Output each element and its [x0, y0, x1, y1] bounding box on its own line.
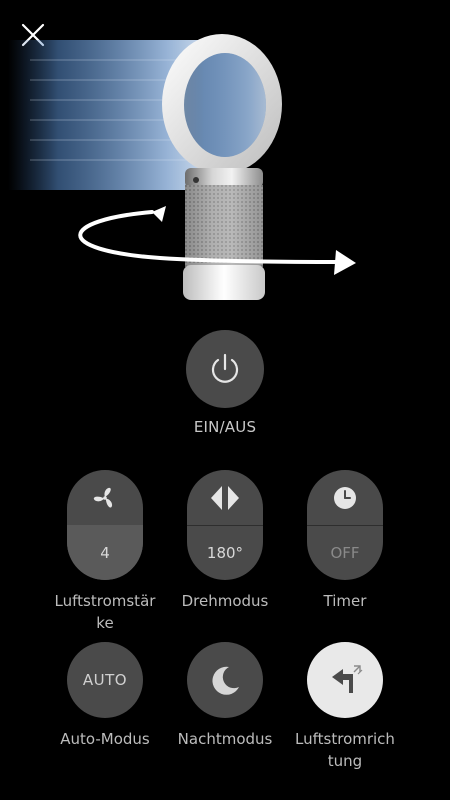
oscillation-control: 180° Drehmodus: [165, 470, 285, 612]
fan-icon: [93, 487, 113, 508]
airflow-speed-button[interactable]: 4: [67, 470, 143, 580]
oscillation-button[interactable]: 180°: [187, 470, 263, 580]
timer-label: Timer: [323, 592, 367, 610]
auto-mode-control: AUTO Auto-Modus: [45, 642, 165, 750]
fan-illustration: [8, 34, 356, 300]
airflow-direction-icon: [332, 665, 363, 693]
oscillation-label: Drehmodus: [181, 592, 269, 610]
airflow-speed-value: 4: [67, 525, 143, 580]
airflow-direction-button[interactable]: [307, 642, 383, 718]
moon-icon: [212, 666, 239, 695]
night-mode-button[interactable]: [187, 642, 263, 718]
oscillation-value: 180°: [206, 543, 244, 562]
power-control: EIN/AUS: [0, 330, 450, 436]
airflow-direction-label: Luftstromrich tung: [295, 730, 395, 770]
auto-mode-text: AUTO: [82, 671, 128, 689]
auto-mode-label: Auto-Modus: [60, 730, 150, 748]
airflow-direction-control: Luftstromrich tung: [285, 642, 405, 772]
clock-icon: [334, 486, 356, 509]
power-label: EIN/AUS: [193, 418, 257, 436]
night-mode-control: Nachtmodus: [165, 642, 285, 750]
power-button[interactable]: [186, 330, 264, 408]
timer-value: OFF: [330, 543, 360, 562]
power-icon: [211, 353, 239, 383]
airflow-speed-label: Luftstromstär ke: [54, 592, 156, 632]
airflow-speed-control: 4 Luftstromstär ke: [45, 470, 165, 634]
night-mode-label: Nachtmodus: [177, 730, 273, 748]
oscillation-icon: [211, 485, 239, 510]
auto-mode-button[interactable]: AUTO: [67, 642, 143, 718]
timer-button[interactable]: OFF: [307, 470, 383, 580]
timer-control: OFF Timer: [285, 470, 405, 612]
